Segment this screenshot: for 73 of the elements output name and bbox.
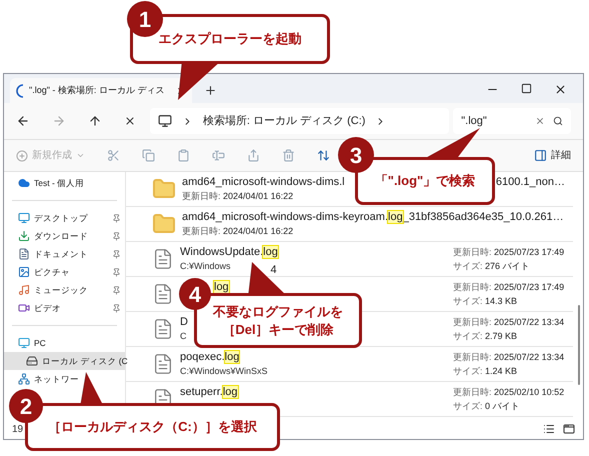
sidebar-item[interactable]: Test - 個人用	[4, 174, 125, 192]
sidebar-item[interactable]: ネットワー	[4, 370, 125, 388]
file-name[interactable]: setuperr.log	[180, 384, 238, 400]
modified-date: 更新日時: 2025/07/22 13:34	[453, 316, 565, 329]
modified-date: 更新日時: 2025/07/22 13:34	[453, 351, 565, 364]
music-icon	[18, 284, 30, 296]
sort-icon[interactable]	[317, 149, 330, 162]
folder-icon	[152, 212, 176, 236]
sidebar-item[interactable]: ミュージック	[4, 281, 125, 299]
stray-text: 4	[270, 264, 277, 277]
maximize-icon[interactable]	[521, 83, 532, 94]
drive-icon	[26, 355, 38, 367]
close-icon[interactable]	[554, 83, 567, 96]
file-icon	[152, 282, 174, 306]
modified-date: 更新日時: 2024/04/01 16:22	[182, 225, 294, 238]
sidebar-item[interactable]: PC	[4, 334, 125, 352]
sidebar-item[interactable]: ローカル ディスク (C	[4, 352, 125, 370]
up-icon[interactable]	[88, 114, 102, 128]
loading-icon	[16, 84, 24, 98]
sidebar-item[interactable]: ドキュメント	[4, 245, 125, 263]
sidebar-item[interactable]: ピクチャ	[4, 263, 125, 281]
details-pane-icon	[534, 149, 547, 162]
stop-icon[interactable]	[124, 115, 136, 127]
sidebar-item[interactable]: ビデオ	[4, 299, 125, 317]
address-bar[interactable]: 検索場所: ローカル ディスク (C:)	[150, 108, 450, 134]
desktop-icon	[18, 212, 30, 224]
file-size: サイズ: 1.24 KB	[453, 365, 518, 378]
callout-text: ［ローカルディスク（C:）］を選択	[48, 418, 257, 436]
new-tab-icon[interactable]	[204, 84, 217, 97]
file-path: C:¥Windows	[180, 260, 231, 273]
folder-icon	[152, 177, 176, 201]
pc-icon	[158, 114, 172, 128]
sidebar-item[interactable]: ダウンロード	[4, 227, 125, 245]
callout-text: 不要なログファイルを ［Del］キーで削除	[213, 302, 343, 338]
file-size: サイズ: 14.3 KB	[453, 295, 518, 308]
item-count: 19	[12, 422, 24, 436]
video-icon	[18, 302, 30, 314]
download-icon	[18, 230, 30, 242]
file-name[interactable]: amd64_microsoft-windows-dims.l	[182, 174, 345, 190]
modified-date: 更新日時: 2025/07/23 17:49	[453, 281, 565, 294]
modified-date: 更新日時: 2025/02/10 10:52	[453, 386, 565, 399]
picture-icon	[18, 266, 30, 278]
callout-text: 「".log"」で検索	[374, 172, 476, 190]
file-name[interactable]: poqexec.log	[180, 350, 240, 364]
file-size: サイズ: 2.79 KB	[453, 330, 518, 343]
preview-view-icon[interactable]	[563, 423, 575, 435]
search-icon[interactable]	[553, 116, 563, 126]
file-icon	[152, 352, 174, 376]
file-size: サイズ: 276 バイト	[453, 260, 531, 273]
file-name[interactable]: log	[214, 280, 229, 294]
file-size: サイズ: 0 バイト	[453, 400, 521, 413]
window-tab[interactable]: ".log" - 検索場所: ローカル ディス	[10, 78, 192, 103]
search-field[interactable]: ".log"	[453, 108, 571, 134]
back-icon[interactable]	[16, 114, 30, 128]
cloud-icon	[18, 177, 30, 189]
modified-date: 更新日時: 2024/04/01 16:22	[182, 190, 294, 203]
plus-icon	[16, 150, 28, 162]
caret-icon	[76, 151, 85, 160]
modified-date: 更新日時: 2025/07/23 17:49	[453, 246, 565, 259]
file-icon	[152, 317, 174, 341]
clear-icon[interactable]	[535, 116, 545, 126]
file-icon	[152, 247, 174, 271]
tab-title: ".log" - 検索場所: ローカル ディス	[29, 84, 166, 97]
file-name-end: 6100.1_non…	[496, 174, 565, 190]
file-path: C:¥Windows¥WinSxS	[180, 365, 268, 378]
pc-icon	[18, 337, 30, 349]
network-icon	[18, 373, 30, 385]
file-name[interactable]: D	[180, 314, 188, 330]
sidebar-item[interactable]: デスクトップ	[4, 209, 125, 227]
file-name[interactable]: WindowsUpdate.log	[180, 244, 278, 260]
details-button[interactable]: 詳細	[534, 148, 571, 163]
file-path: C	[180, 330, 186, 343]
document-icon	[18, 248, 30, 260]
